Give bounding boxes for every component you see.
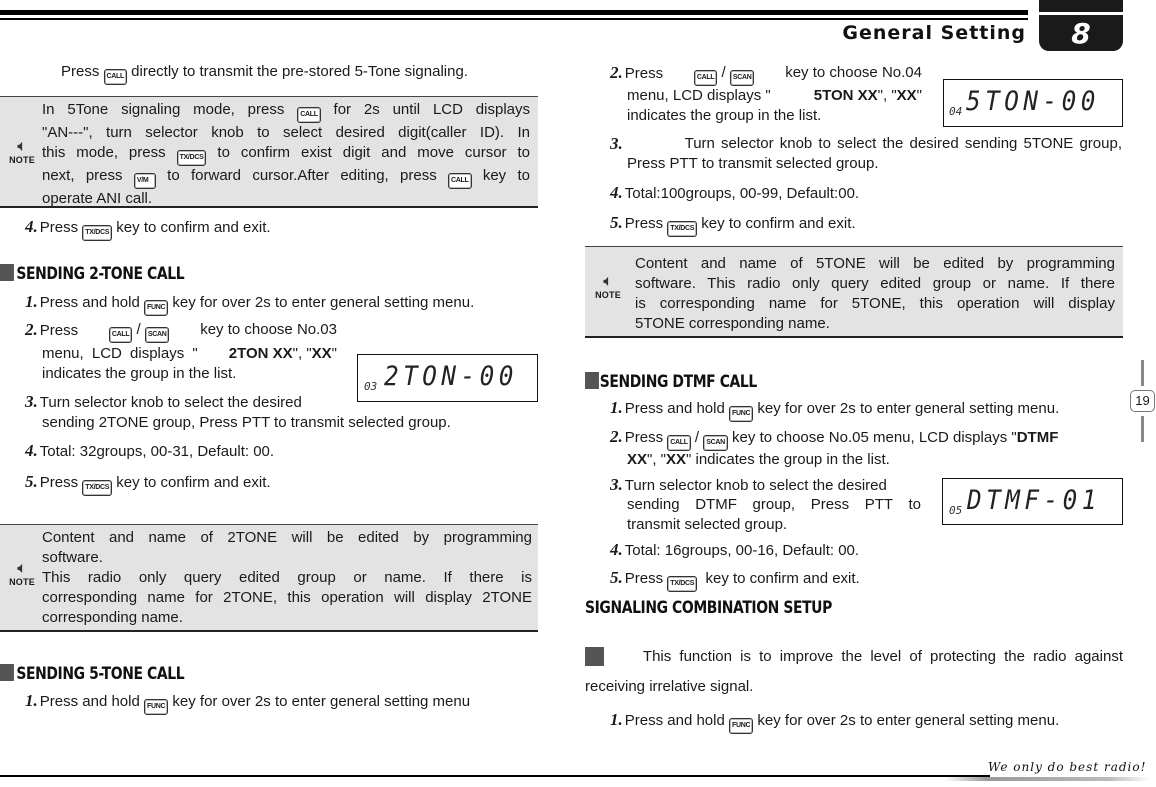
2tone-step-3: 3. Turn selector knob to select the desir… [25, 392, 302, 411]
slogan: We only do best radio! [988, 760, 1147, 774]
speaker-icon: 🔈︎ [17, 560, 27, 577]
5tone-step-3-line2: Press PTT to transmit selected group. [627, 155, 879, 172]
note-icon: 🔈︎ NOTE [590, 273, 626, 301]
lcd-text: DTMF-01 [967, 485, 1101, 516]
dtmf-step-2-line2: XX", "XX" indicates the group in the lis… [627, 451, 890, 468]
page-number: 19 [1130, 390, 1155, 412]
note-text: In 5Tone signaling mode, press CALL for … [42, 101, 531, 207]
lcd-display-2tone: 03 2TON-00 [357, 354, 538, 402]
call-key-icon: CALL [103, 69, 127, 85]
2tone-step-5: 5. Press TX/DCS key to confirm and exit. [25, 472, 271, 496]
section-marker-icon [0, 264, 14, 281]
call-key-icon: CALL [667, 435, 691, 451]
note-box-ani: 🔈︎ NOTE In 5Tone signaling mode, press C… [0, 96, 538, 208]
note-label: NOTE [9, 155, 35, 165]
section-marker-icon [585, 372, 599, 389]
vm-key-icon: V/M [133, 173, 156, 189]
chapter-tab-line [1039, 12, 1123, 15]
lcd-menu-number: 05 [949, 504, 963, 517]
page-heading: General Setting [842, 22, 1026, 44]
step-4-confirm: 4. Press TX/DCS key to confirm and exit. [25, 217, 271, 241]
section-title-2tone: SENDING 2-TONE CALL [0, 264, 185, 284]
signaling-intro: This function is to improve the level of… [585, 647, 1123, 667]
note-label: NOTE [595, 290, 621, 300]
scan-key-icon: SCAN [729, 70, 755, 86]
scan-key-icon: SCAN [144, 327, 170, 343]
paragraph-marker-icon [585, 647, 604, 666]
dtmf-step-1: 1. Press and hold FUNC key for over 2s to… [610, 398, 1059, 422]
intro-pre: Press [61, 63, 104, 80]
section-title-signaling: SIGNALING COMBINATION SETUP [585, 598, 832, 618]
lcd-text: 5TON-00 [966, 86, 1100, 117]
intro-post: directly to transmit the pre-stored 5-To… [126, 63, 468, 80]
top-rule-thin [0, 18, 1028, 20]
2tone-step-4: 4. Total: 32groups, 00-31, Default: 00. [25, 441, 275, 460]
dtmf-step-5: 5. Press TX/DCS key to confirm and exit. [610, 568, 860, 592]
dtmf-step-4: 4. Total: 16groups, 00-16, Default: 00. [610, 540, 860, 559]
2tone-step-2-line3: indicates the group in the list. [42, 365, 237, 382]
lcd-menu-number: 03 [364, 380, 378, 393]
section-marker-icon [0, 664, 14, 681]
note-box-5tone: 🔈︎ NOTE Content and name of 5TONE will b… [585, 246, 1123, 338]
note-label: NOTE [9, 577, 35, 587]
section-title-dtmf: SENDING DTMF CALL [585, 372, 757, 392]
2tone-step-2: 2. Press CALL / SCAN key to choose No.03 [25, 320, 337, 343]
dtmf-step-2: 2. Press CALL / SCAN key to choose No.05 … [610, 427, 1058, 451]
signaling-intro-line2: receiving irrelative signal. [585, 678, 754, 695]
2tone-step-2-line2: menu, LCD displays " 2TON XX", "XX" [42, 345, 337, 362]
func-key-icon: FUNC [728, 718, 754, 734]
call-key-icon: CALL [693, 70, 718, 86]
func-key-icon: FUNC [143, 699, 169, 715]
note-text: Content and name of 5TONE will be edited… [635, 255, 1115, 332]
txdcs-key-icon: TX/DCS [82, 225, 113, 241]
txdcs-key-icon: TX/DCS [667, 576, 698, 592]
lcd-display-5tone: 04 5TON-00 [943, 79, 1123, 127]
5tone-step-1: 1. Press and hold FUNC key for over 2s to… [25, 691, 470, 715]
bottom-rule [0, 775, 990, 777]
txdcs-key-icon: TX/DCS [667, 221, 698, 237]
func-key-icon: FUNC [728, 406, 754, 422]
top-rule [0, 10, 1028, 15]
speaker-icon: 🔈︎ [17, 138, 27, 155]
lcd-menu-number: 04 [949, 105, 963, 118]
lcd-display-dtmf: 05 DTMF-01 [942, 478, 1123, 525]
5tone-step-2-line2: menu, LCD displays " 5TON XX", "XX" [627, 87, 922, 104]
dtmf-step-3: 3. Turn selector knob to select the desir… [610, 475, 887, 494]
5tone-step-4: 4. Total:100groups, 00-99, Default:00. [610, 183, 860, 202]
call-key-icon: CALL [448, 173, 472, 189]
section-title-5tone: SENDING 5-TONE CALL [0, 664, 185, 684]
call-key-icon: CALL [297, 107, 321, 123]
page-number-bar-top [1141, 360, 1144, 386]
txdcs-key-icon: TX/DCS [82, 480, 113, 496]
dtmf-step-3-line2: sending DTMF group, Press PTT to [627, 496, 921, 513]
5tone-step-3: 3. Turn selector knob to select the desir… [610, 134, 1122, 153]
2tone-step-1: 1. Press and hold FUNC key for over 2s to… [25, 292, 474, 316]
intro-text: Press CALL directly to transmit the pre-… [61, 62, 468, 85]
note-icon: 🔈︎ NOTE [4, 138, 40, 166]
func-key-icon: FUNC [143, 300, 169, 316]
note-icon: 🔈︎ NOTE [4, 560, 40, 588]
5tone-step-5: 5. Press TX/DCS key to confirm and exit. [610, 213, 856, 237]
note-box-2tone: 🔈︎ NOTE Content and name of 2TONE will b… [0, 524, 538, 632]
5tone-step-2-line3: indicates the group in the list. [627, 107, 822, 124]
2tone-step-3-line2: sending 2TONE group, Press PTT to transm… [42, 414, 451, 431]
signaling-step-1: 1. Press and hold FUNC key for over 2s to… [610, 710, 1059, 734]
txdcs-key-icon: TX/DCS [176, 150, 207, 166]
call-key-icon: CALL [108, 327, 133, 343]
chapter-tab: 8 [1039, 0, 1123, 51]
5tone-step-2: 2. Press CALL / SCAN key to choose No.04 [610, 63, 922, 86]
chapter-number: 8 [1071, 17, 1091, 50]
dtmf-step-3-line3: transmit selected group. [627, 516, 788, 533]
slogan-brush-stroke [945, 777, 1150, 781]
note-text: Content and name of 2TONE will be edited… [42, 529, 532, 626]
scan-key-icon: SCAN [703, 435, 728, 451]
speaker-icon: 🔈︎ [603, 273, 613, 290]
lcd-text: 2TON-00 [384, 361, 518, 392]
page-number-bar-bottom [1141, 416, 1144, 442]
